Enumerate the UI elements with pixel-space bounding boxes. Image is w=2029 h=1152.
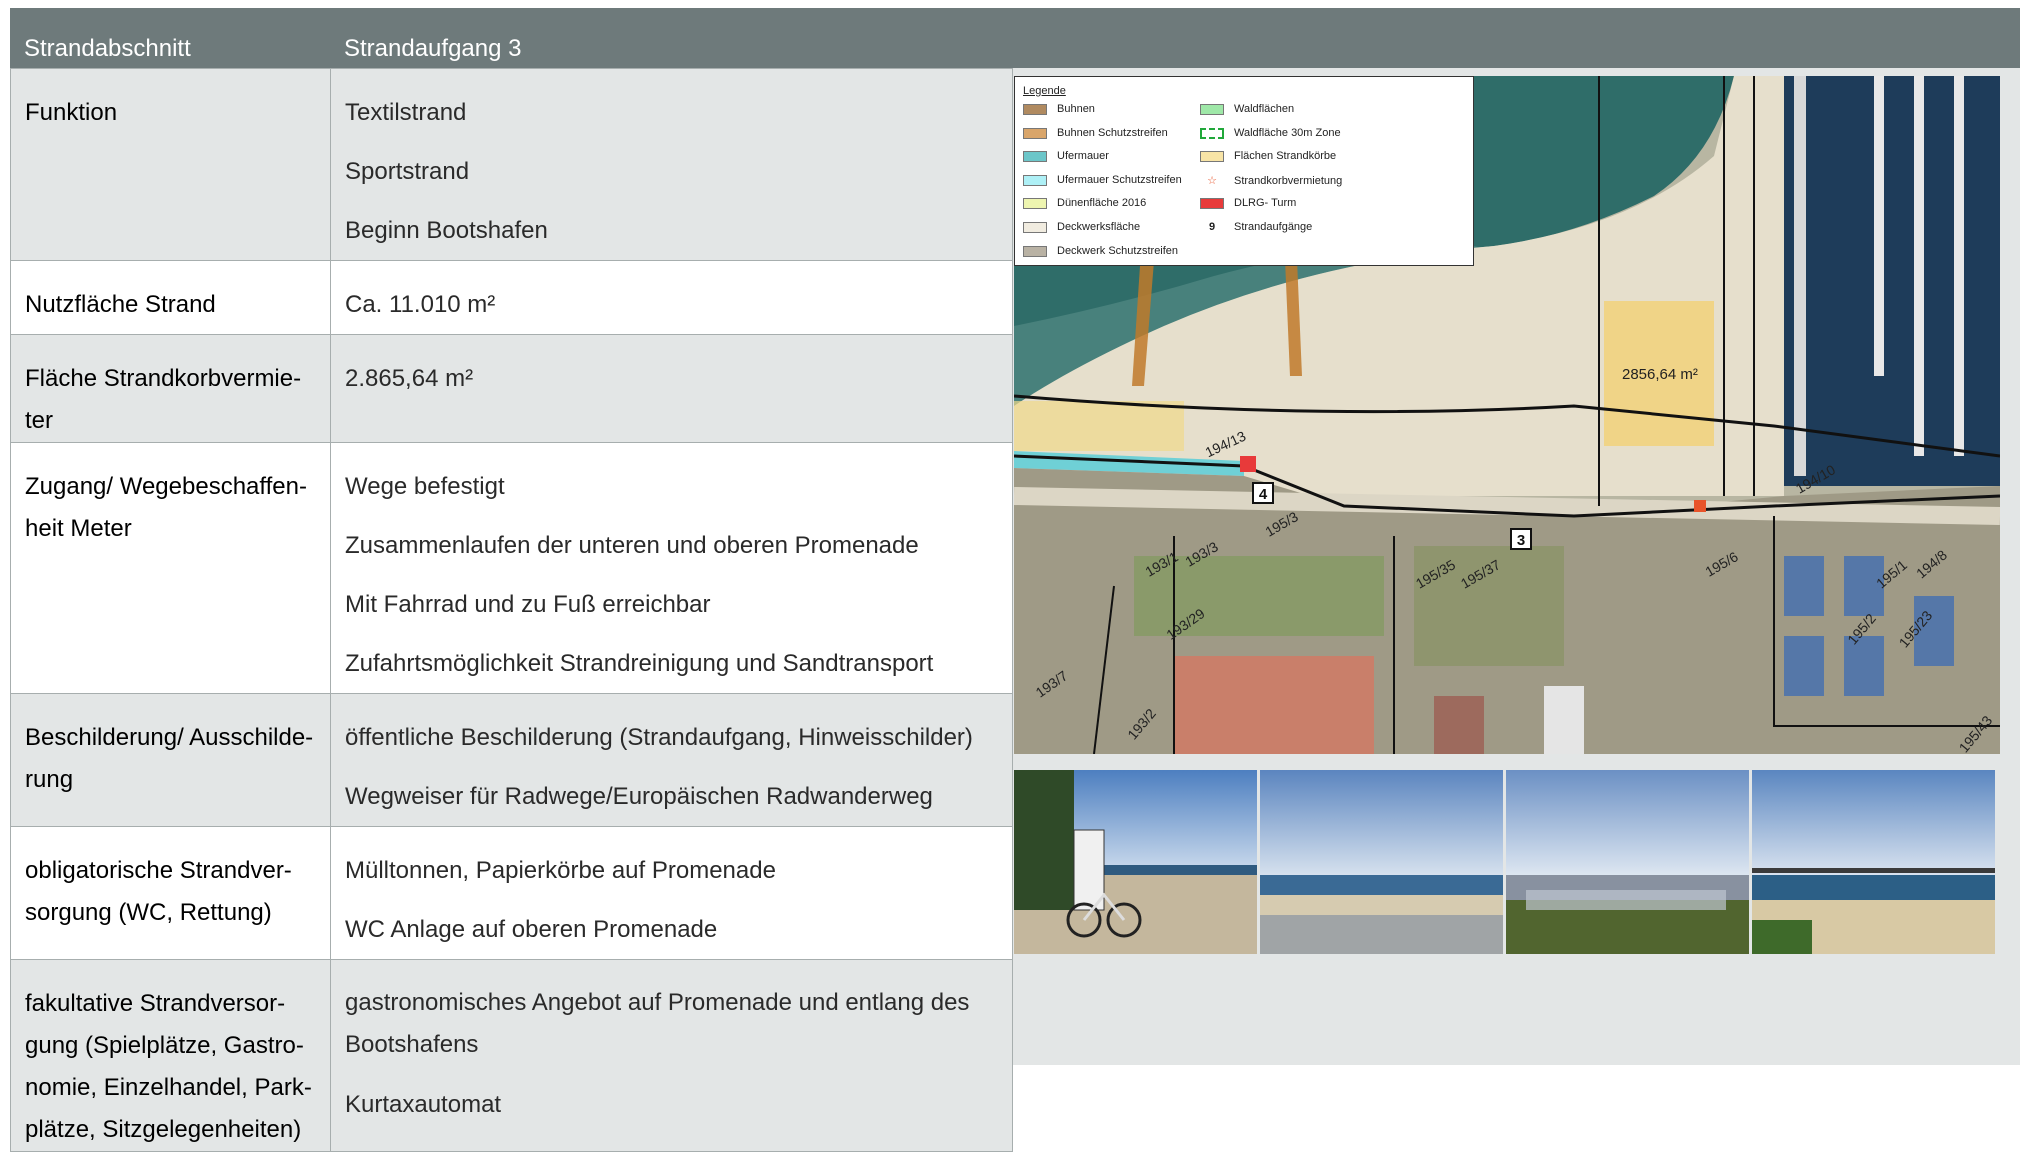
row-values: Ca. 11.010 m²: [330, 260, 1013, 335]
photo-image: [1506, 770, 1749, 954]
legend-item: Flächen Strandkörbe: [1200, 150, 1336, 164]
value-item: Mülltonnen, Papierkörbe auf Promenade: [345, 857, 776, 884]
site-map: Legende Buhnen Buhnen Schutzstreifen Ufe…: [1014, 76, 2000, 754]
value-item: Wegweiser für Radwege/Europäischen Radwa…: [345, 783, 933, 810]
table-row: fakultative Strandversor-gung (Spielplät…: [10, 959, 1013, 1152]
legend-swatch: [1200, 197, 1224, 209]
table-row: Nutzfläche Strand Ca. 11.010 m²: [10, 260, 1013, 335]
row-label: Fläche Strandkorbvermie-ter: [10, 334, 331, 443]
legend-swatch: [1200, 150, 1224, 162]
table-row: Beschilderung/ Ausschilde-rung öffentlic…: [10, 693, 1013, 827]
legend-swatch: [1023, 150, 1047, 162]
row-values: öffentliche Beschilderung (Strandaufgang…: [330, 693, 1013, 827]
value-item: Beginn Bootshafen: [345, 217, 548, 244]
pier: [1794, 76, 1806, 476]
pier: [1954, 76, 1964, 456]
legend-item: Ufermauer Schutzstreifen: [1023, 174, 1182, 188]
legend-item: Deckwerksfläche: [1023, 221, 1140, 235]
info-table: Funktion Textilstrand Sportstrand Beginn…: [10, 68, 1013, 1152]
legend-swatch: [1023, 174, 1047, 186]
row-label: Nutzfläche Strand: [10, 260, 331, 335]
legend-item: Waldfläche 30m Zone: [1200, 127, 1341, 141]
value-item: Kurtaxautomat: [345, 1091, 502, 1118]
building: [1434, 696, 1484, 754]
star-icon: ☆: [1207, 175, 1217, 187]
row-label: obligatorische Strandver-sorgung (WC, Re…: [10, 826, 331, 960]
legend-item: Dünenfläche 2016: [1023, 197, 1146, 211]
row-label: Beschilderung/ Ausschilde-rung: [10, 693, 331, 827]
photo-image: [1014, 770, 1257, 954]
value-item: gastronomisches Angebot auf Promenade un…: [345, 989, 970, 1058]
photo-strip: [1014, 770, 1998, 954]
area-label: 2856,64 m²: [1622, 366, 1698, 383]
beach-photo: [1014, 770, 1257, 954]
legend-item: Waldflächen: [1200, 103, 1294, 117]
legend-item: Ufermauer: [1023, 150, 1109, 164]
table-row: Zugang/ Wegebeschaffen-heit Meter Wege b…: [10, 442, 1013, 694]
strandkorb-rental-icon: [1694, 500, 1706, 512]
legend-item: DLRG- Turm: [1200, 197, 1296, 211]
table-row: Funktion Textilstrand Sportstrand Beginn…: [10, 68, 1013, 261]
value-item: Wege befestigt: [345, 473, 505, 500]
legend-number-symbol: 9: [1208, 221, 1216, 233]
legend-swatch: [1023, 197, 1047, 209]
value-item: 2.865,64 m²: [345, 365, 474, 392]
header-col1: Strandabschnitt: [24, 35, 191, 62]
legend-swatch: [1200, 127, 1224, 139]
value-item: Textilstrand: [345, 99, 467, 126]
value-item: WC Anlage auf oberen Promenade: [345, 916, 718, 943]
harbour-water: [1784, 76, 2000, 486]
beach-photo: [1752, 770, 1995, 954]
value-item: Mit Fahrrad und zu Fuß erreichbar: [345, 591, 711, 618]
legend-title: Legende: [1023, 85, 1066, 97]
legend-swatch: [1023, 245, 1047, 257]
legend-swatch: [1023, 103, 1047, 115]
pier: [1874, 76, 1884, 376]
table-row: Fläche Strandkorbvermie-ter 2.865,64 m²: [10, 334, 1013, 443]
legend-swatch: [1023, 127, 1047, 139]
legend-swatch: [1200, 103, 1224, 115]
pier: [1914, 76, 1924, 456]
value-item: Zufahrtsmöglichkeit Strandreinigung und …: [345, 650, 934, 677]
row-values: Textilstrand Sportstrand Beginn Bootshaf…: [330, 68, 1013, 261]
legend-item: Buhnen: [1023, 103, 1095, 117]
row-values: gastronomisches Angebot auf Promenade un…: [330, 959, 1013, 1152]
value-item: öffentliche Beschilderung (Strandaufgang…: [345, 724, 973, 751]
building: [1174, 656, 1374, 754]
building: [1844, 636, 1884, 696]
photo-image: [1752, 770, 1995, 954]
row-values: 2.865,64 m²: [330, 334, 1013, 443]
row-label: fakultative Strandversor-gung (Spielplät…: [10, 959, 331, 1152]
access-number-4: 4: [1252, 482, 1274, 504]
row-values: Mülltonnen, Papierkörbe auf Promenade WC…: [330, 826, 1013, 960]
legend-swatch: [1023, 221, 1047, 233]
row-label: Funktion: [10, 68, 331, 261]
dlrg-tower-icon: [1240, 456, 1256, 472]
map-legend: Legende Buhnen Buhnen Schutzstreifen Ufe…: [1014, 76, 1474, 266]
beach-photo: [1260, 770, 1503, 954]
table-header: Strandabschnitt Strandaufgang 3: [10, 8, 2020, 68]
header-col2: Strandaufgang 3: [344, 35, 522, 62]
table-row: obligatorische Strandver-sorgung (WC, Re…: [10, 826, 1013, 960]
value-item: Sportstrand: [345, 158, 470, 185]
row-values: Wege befestigt Zusammenlaufen der untere…: [330, 442, 1013, 694]
legend-item: ☆ Strandkorbvermietung: [1200, 174, 1342, 188]
row-label: Zugang/ Wegebeschaffen-heit Meter: [10, 442, 331, 694]
building: [1544, 686, 1584, 754]
value-item: Zusammenlaufen der unteren und oberen Pr…: [345, 532, 919, 559]
access-number-3: 3: [1510, 528, 1532, 550]
value-item: Ca. 11.010 m²: [345, 291, 496, 318]
beach-photo: [1506, 770, 1749, 954]
legend-item: 9 Strandaufgänge: [1200, 221, 1312, 235]
legend-item: Deckwerk Schutzstreifen: [1023, 245, 1178, 259]
building: [1784, 556, 1824, 616]
photo-image: [1260, 770, 1503, 954]
building: [1784, 636, 1824, 696]
legend-item: Buhnen Schutzstreifen: [1023, 127, 1168, 141]
beach-chair-area: [1014, 401, 1184, 451]
